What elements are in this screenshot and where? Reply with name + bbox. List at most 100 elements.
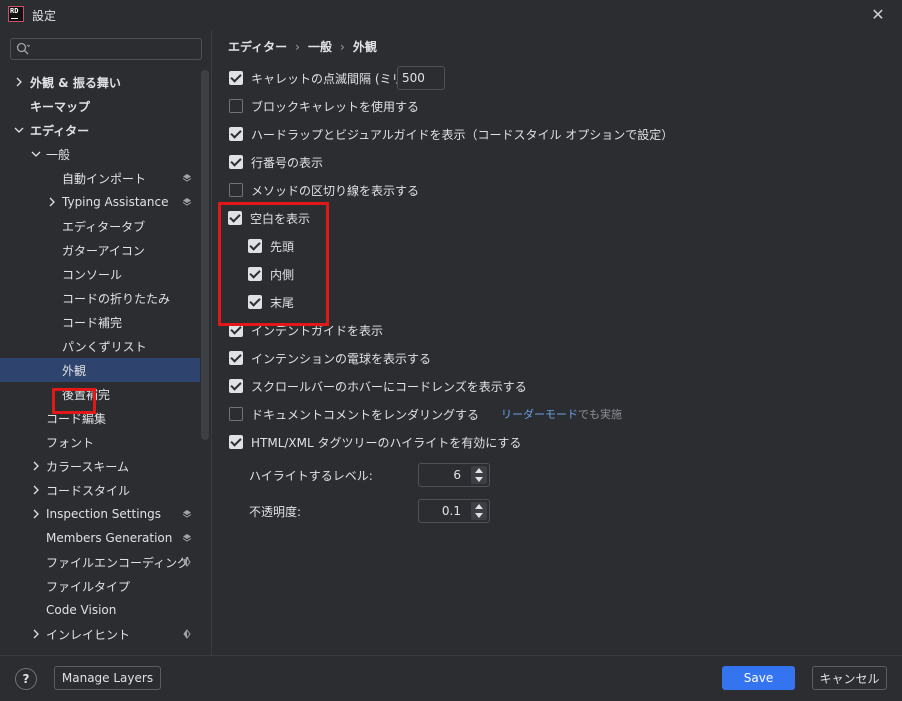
html-tree-checkbox[interactable] <box>229 435 243 449</box>
sidebar-item-general[interactable]: 一般 <box>0 142 200 166</box>
chevron-right-icon[interactable] <box>31 629 41 639</box>
sidebar-item-members-generation[interactable]: Members Generation <box>0 526 200 550</box>
highlight-levels-spinner[interactable]: 6 <box>418 463 490 487</box>
method-separators-label: メソッドの区切り線を表示する <box>251 183 420 198</box>
whitespace-trailing-option[interactable]: 末尾 <box>248 292 294 312</box>
half-layer-icon <box>183 557 191 567</box>
sidebar-item-editor-tabs[interactable]: エディタータブ <box>0 214 200 238</box>
sidebar-item-inlay-hints[interactable]: インレイヒント <box>0 622 200 646</box>
sidebar-item-editor[interactable]: エディター <box>0 118 200 142</box>
opacity-value: 0.1 <box>441 504 461 518</box>
sidebar-item-label: Code Vision <box>46 603 117 617</box>
chevron-right-icon[interactable] <box>31 509 41 519</box>
sidebar-item-label: ファイルタイプ <box>46 579 131 594</box>
breadcrumb-item[interactable]: 一般 <box>308 40 332 54</box>
breadcrumb-item[interactable]: エディター <box>228 40 287 54</box>
sidebar-item-auto-import[interactable]: 自動インポート <box>0 166 200 190</box>
chevron-right-icon[interactable] <box>14 77 24 87</box>
sidebar-item-label: 一般 <box>46 147 71 162</box>
intention-bulb-option[interactable]: インテンションの電球を表示する <box>229 348 431 368</box>
opacity-label: 不透明度: <box>249 504 302 519</box>
sidebar-item-keymap[interactable]: キーマップ <box>0 94 200 118</box>
sidebar-item-appearance-behavior[interactable]: 外観 & 振る舞い <box>0 70 200 94</box>
search-input[interactable] <box>37 41 197 57</box>
search-box[interactable] <box>10 38 202 60</box>
layers-icon <box>182 510 192 518</box>
hard-wrap-checkbox[interactable] <box>229 127 243 141</box>
sidebar-item-label: エディタータブ <box>62 219 146 234</box>
hard-wrap-option[interactable]: ハードラップとビジュアルガイドを表示（コードスタイル オプションで設定） <box>229 124 673 144</box>
layers-icon <box>182 198 192 206</box>
intention-bulb-label: インテンションの電球を表示する <box>251 351 432 366</box>
whitespace-trailing-checkbox[interactable] <box>248 295 262 309</box>
sidebar-item-postfix-completion[interactable]: 後置補完 <box>0 382 200 406</box>
sidebar-item-label: コードスタイル <box>46 483 131 498</box>
sidebar-item-label: ファイルエンコーディング <box>46 555 190 570</box>
sidebar-item-label: ガターアイコン <box>62 243 145 258</box>
sidebar-item-color-scheme[interactable]: カラースキーム <box>0 454 200 478</box>
sidebar-item-label: コードの折りたたみ <box>62 291 171 306</box>
line-numbers-option[interactable]: 行番号の表示 <box>229 152 323 172</box>
sidebar-item-code-editing[interactable]: コード編集 <box>0 406 200 430</box>
code-lens-option[interactable]: スクロールバーのホバーにコードレンズを表示する <box>229 376 527 396</box>
sidebar-item-font[interactable]: フォント <box>0 430 200 454</box>
chevron-down-icon[interactable] <box>14 125 24 135</box>
hard-wrap-label: ハードラップとビジュアルガイドを表示（コードスタイル オプションで設定） <box>251 127 674 142</box>
whitespace-inner-checkbox[interactable] <box>248 267 262 281</box>
chevron-down-icon[interactable] <box>31 149 41 159</box>
help-button[interactable]: ? <box>15 668 37 690</box>
sidebar-item-code-style[interactable]: コードスタイル <box>0 478 200 502</box>
sidebar-item-breadcrumbs[interactable]: パンくずリスト <box>0 334 200 358</box>
sidebar-item-label: Inspection Settings <box>46 507 162 521</box>
sidebar-item-inspection-settings[interactable]: Inspection Settings <box>0 502 200 526</box>
block-caret-checkbox[interactable] <box>229 99 243 113</box>
spinner-arrows-icon[interactable] <box>471 466 487 484</box>
whitespace-option[interactable]: 空白を表示 <box>228 208 310 228</box>
sidebar-item-typing-assistance[interactable]: Typing Assistance <box>0 190 200 214</box>
reader-mode-note-text: でも実施 <box>578 408 623 421</box>
sidebar-item-appearance[interactable]: 外観 <box>0 358 200 382</box>
caret-blink-checkbox[interactable] <box>229 71 243 85</box>
whitespace-leading-option[interactable]: 先頭 <box>248 236 294 256</box>
block-caret-label: ブロックキャレットを使用する <box>251 99 420 114</box>
sidebar-item-file-types[interactable]: ファイルタイプ <box>0 574 200 598</box>
html-tree-label: HTML/XML タグツリーのハイライトを有効にする <box>251 435 522 450</box>
whitespace-leading-checkbox[interactable] <box>248 239 262 253</box>
intention-bulb-checkbox[interactable] <box>229 351 243 365</box>
render-docs-option[interactable]: ドキュメントコメントをレンダリングする リーダーモードでも実施 <box>229 404 622 424</box>
sidebar-item-label: 外観 <box>62 363 87 378</box>
sidebar-item-label: Members Generation <box>46 531 173 545</box>
manage-layers-button[interactable]: Manage Layers <box>54 666 161 690</box>
sidebar-item-code-vision[interactable]: Code Vision <box>0 598 200 622</box>
sidebar-item-label: フォント <box>46 435 95 450</box>
html-tree-option[interactable]: HTML/XML タグツリーのハイライトを有効にする <box>229 432 521 452</box>
render-docs-checkbox[interactable] <box>229 407 243 421</box>
sidebar-item-code-folding[interactable]: コードの折りたたみ <box>0 286 200 310</box>
whitespace-inner-option[interactable]: 内側 <box>248 264 294 284</box>
line-numbers-checkbox[interactable] <box>229 155 243 169</box>
spinner-arrows-icon[interactable] <box>471 502 487 520</box>
layers-icon <box>182 174 192 182</box>
chevron-right-icon[interactable] <box>31 485 41 495</box>
method-separators-option[interactable]: メソッドの区切り線を表示する <box>229 180 419 200</box>
close-icon[interactable]: ✕ <box>868 5 888 25</box>
sidebar-item-code-completion[interactable]: コード補完 <box>0 310 200 334</box>
caret-blink-option[interactable]: キャレットの点滅間隔 (ミリ秒): <box>229 68 424 88</box>
highlight-levels-value: 6 <box>453 468 461 482</box>
method-separators-checkbox[interactable] <box>229 183 243 197</box>
reader-mode-link[interactable]: リーダーモード <box>501 408 578 421</box>
code-lens-checkbox[interactable] <box>229 379 243 393</box>
sidebar-item-gutter-icons[interactable]: ガターアイコン <box>0 238 200 262</box>
cancel-button[interactable]: キャンセル <box>812 666 887 690</box>
sidebar-scrollbar[interactable] <box>201 70 209 440</box>
whitespace-checkbox[interactable] <box>228 211 242 225</box>
opacity-spinner[interactable]: 0.1 <box>418 499 490 523</box>
caret-blink-input[interactable]: 500 <box>397 66 445 90</box>
chevron-right-icon[interactable] <box>31 461 41 471</box>
chevron-right-icon[interactable] <box>47 197 57 207</box>
sidebar-item-file-encodings[interactable]: ファイルエンコーディング <box>0 550 200 574</box>
sidebar-item-label: 自動インポート <box>62 171 147 186</box>
save-button[interactable]: Save <box>722 666 795 690</box>
sidebar-item-console[interactable]: コンソール <box>0 262 200 286</box>
block-caret-option[interactable]: ブロックキャレットを使用する <box>229 96 419 116</box>
